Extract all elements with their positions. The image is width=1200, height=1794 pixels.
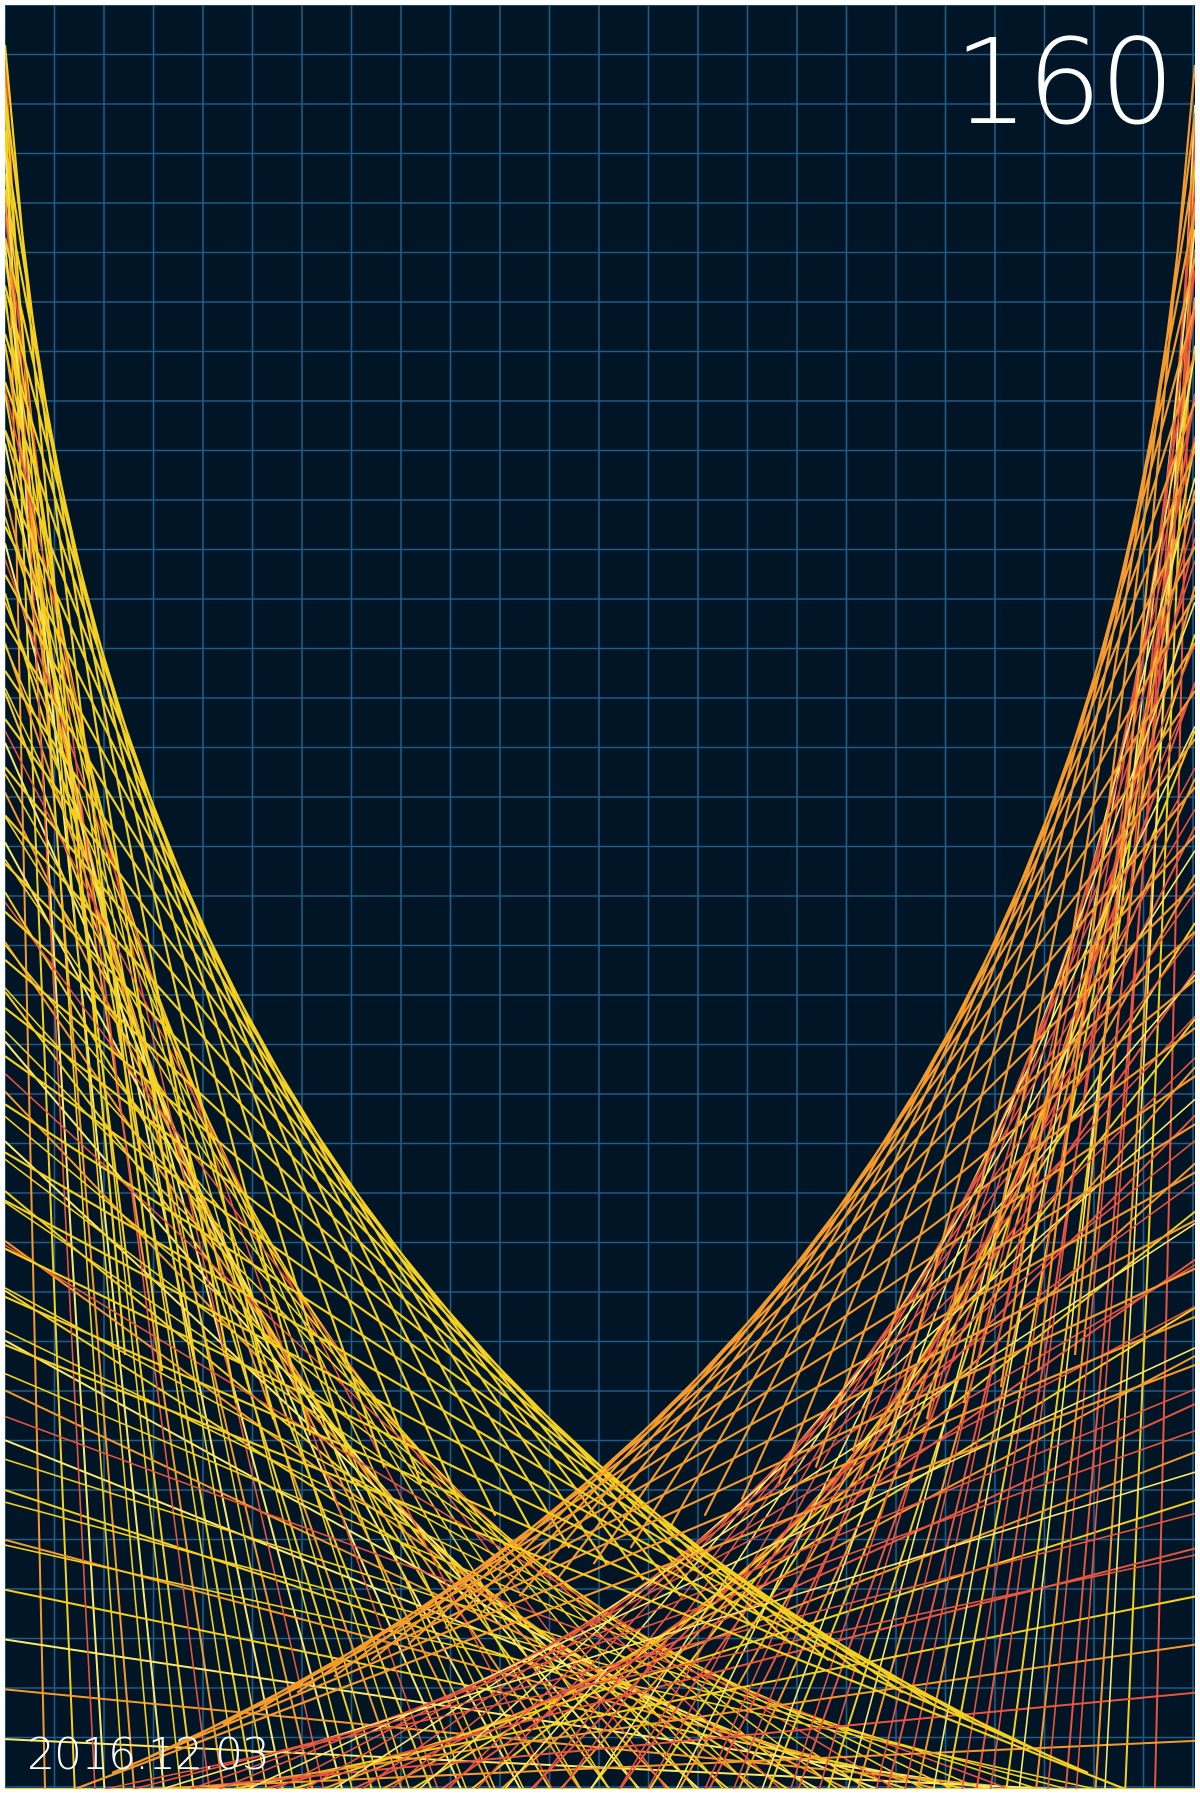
string-line-envelope xyxy=(5,381,386,1468)
string-line-right xyxy=(418,1098,1195,1789)
string-lines xyxy=(5,44,1195,1789)
string-line-left xyxy=(5,1072,782,1789)
string-line-envelope xyxy=(5,141,201,1388)
artwork-canvas: 160 2016.12.03 xyxy=(5,5,1195,1789)
string-line-right xyxy=(561,891,1195,1789)
string-line-envelope xyxy=(5,333,349,1452)
string-line-envelope xyxy=(5,477,460,1501)
string-line-right xyxy=(675,726,1195,1789)
string-line-left xyxy=(5,687,525,1789)
string-line-left xyxy=(5,891,551,1789)
string-line-left xyxy=(5,1030,753,1789)
string-line-right xyxy=(475,1015,1195,1789)
string-line-envelope xyxy=(592,690,1195,1565)
string-line-right xyxy=(504,974,1195,1789)
string-line-right xyxy=(856,585,1195,1789)
string-line-envelope xyxy=(5,93,164,1372)
string-line-right xyxy=(649,922,1195,1789)
string-line-left xyxy=(5,1158,839,1789)
string-art-graphic xyxy=(5,5,1195,1789)
artwork-date: 2016.12.03 xyxy=(27,1729,270,1780)
string-line-right xyxy=(447,1057,1195,1789)
string-line-right xyxy=(352,1403,1195,1789)
artwork-number: 160 xyxy=(953,13,1175,151)
